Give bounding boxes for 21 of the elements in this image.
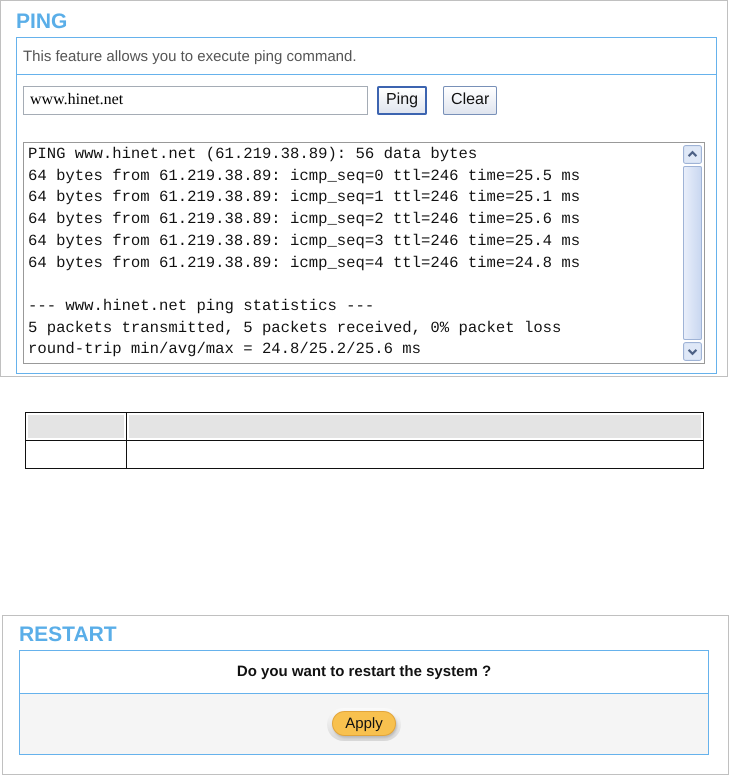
- output-line: 5 packets transmitted, 5 packets received, 0% packet loss: [28, 318, 562, 339]
- scroll-down-icon[interactable]: [683, 342, 702, 361]
- output-line: 64 bytes from 61.219.38.89: icmp_seq=4 ttl=246 time=24.8 ms: [28, 252, 582, 274]
- output-line: 64 bytes from 61.219.38.89: icmp_seq=3 ttl=246 time=25.4 ms: [28, 230, 582, 252]
- output-line: 64 bytes from 61.219.38.89: icmp_seq=0 ttl=246 time=25.5 ms: [28, 166, 582, 187]
- output-area[interactable]: [23, 142, 705, 364]
- section-title: PING: [16, 9, 68, 35]
- ping-button[interactable]: Ping: [377, 86, 428, 114]
- description-text: This feature allows you to execute ping command.: [17, 38, 716, 75]
- output-line: 64 bytes from 61.219.38.89: icmp_seq=1 ttl=246 time=25.1 ms: [28, 187, 582, 208]
- apply-button[interactable]: Apply: [332, 710, 396, 736]
- scroll-thumb[interactable]: [683, 166, 702, 340]
- section-title: RESTART: [19, 622, 118, 648]
- scroll-up-icon[interactable]: [683, 145, 702, 164]
- output-line: 64 bytes from 61.219.38.89: icmp_seq=2 ttl=246 time=25.6 ms: [28, 209, 582, 230]
- scrollbar[interactable]: [683, 143, 704, 363]
- host-input-field[interactable]: www.hinet.net: [23, 86, 368, 114]
- output-line: PING www.hinet.net (61.219.38.89): 56 data bytes: [28, 144, 478, 165]
- clear-button[interactable]: Clear: [443, 86, 498, 114]
- output-line: round-trip min/avg/max = 24.8/25.2/25.6 ms: [28, 339, 422, 360]
- output-line: --- www.hinet.net ping statistics ---: [28, 296, 376, 317]
